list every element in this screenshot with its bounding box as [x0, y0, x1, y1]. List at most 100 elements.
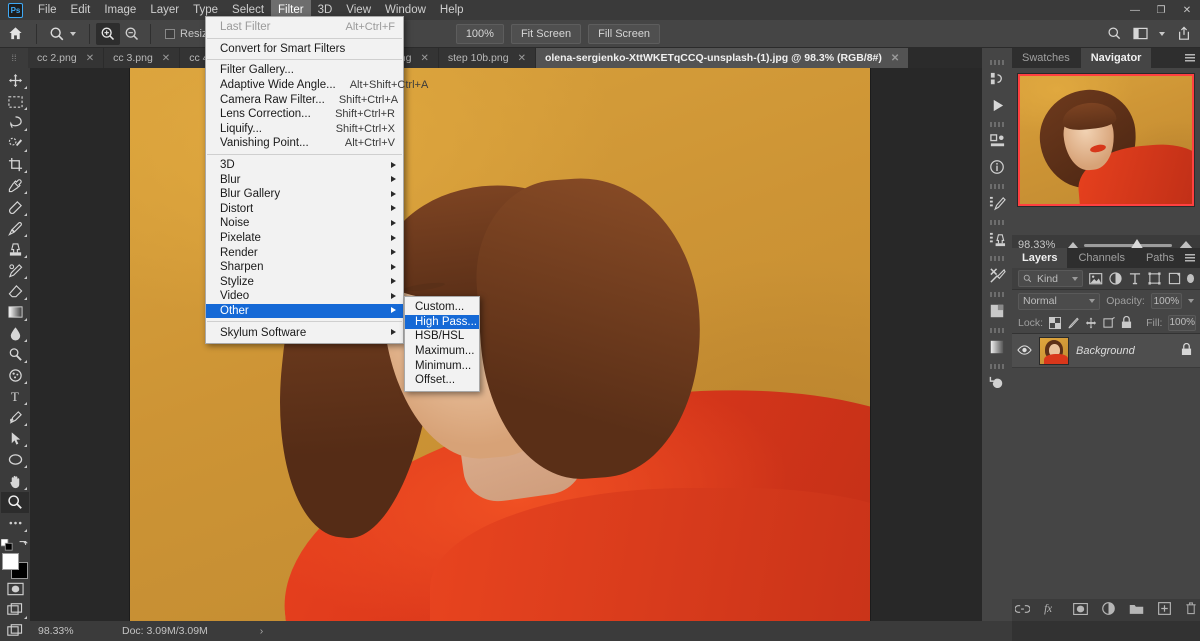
default-colors-icon[interactable] — [1, 539, 13, 551]
history-brush-tool[interactable] — [1, 260, 29, 281]
zoom-tool[interactable] — [1, 492, 29, 513]
panel-grip[interactable] — [990, 364, 1004, 369]
opacity-input[interactable]: 100% — [1151, 293, 1182, 309]
layer-style-fx-icon[interactable]: fx — [1044, 602, 1059, 618]
menu-item-sharpen[interactable]: Sharpen — [206, 260, 403, 275]
lock-transparent-pixels-icon[interactable] — [1049, 314, 1061, 331]
tab-step-10b[interactable]: step 10b.png ✕ — [439, 48, 536, 68]
tab-layers[interactable]: Layers — [1012, 248, 1068, 268]
edit-toolbar-button[interactable] — [1, 513, 29, 534]
workspace-icon[interactable] — [1128, 23, 1152, 45]
menu-item-pixelate[interactable]: Pixelate — [206, 231, 403, 246]
info-icon[interactable] — [984, 154, 1010, 180]
layer-visibility-eye-icon[interactable] — [1016, 345, 1032, 356]
submenu-item-offset[interactable]: Offset... — [405, 373, 479, 388]
status-zoom-value[interactable]: 98.33% — [30, 625, 102, 637]
tab-navigator[interactable]: Navigator — [1081, 48, 1153, 68]
menu-item-other[interactable]: Other — [206, 304, 403, 319]
layer-lock-icon[interactable] — [1181, 343, 1192, 359]
ellipse-tool[interactable] — [1, 449, 29, 470]
chevron-down-icon[interactable] — [70, 32, 76, 36]
color-swatches[interactable] — [2, 553, 28, 575]
chevron-down-icon[interactable] — [1089, 299, 1095, 303]
new-layer-icon[interactable] — [1158, 602, 1171, 618]
tab-cc-2[interactable]: cc 2.png ✕ — [28, 48, 104, 68]
menu-item-liquify[interactable]: Liquify... Shift+Ctrl+X — [206, 122, 403, 137]
lock-artboard-icon[interactable] — [1103, 314, 1115, 331]
eraser-tool[interactable] — [1, 281, 29, 302]
blur-tool[interactable] — [1, 323, 29, 344]
menu-item-skylum-software[interactable]: Skylum Software — [206, 325, 403, 340]
share-icon[interactable] — [1172, 23, 1196, 45]
adjustment-filter-icon[interactable] — [1109, 270, 1122, 287]
navigator-thumbnail[interactable] — [1017, 73, 1195, 207]
status-expand-arrow[interactable]: › — [260, 625, 264, 637]
clone-stamp-tool[interactable] — [1, 239, 29, 260]
panel-grip[interactable] — [990, 60, 1004, 65]
menu-file[interactable]: File — [31, 0, 64, 20]
slider-track[interactable] — [1084, 244, 1172, 247]
eyedropper-tool[interactable] — [1, 175, 29, 196]
delete-layer-icon[interactable] — [1185, 602, 1197, 618]
tab-cc-3[interactable]: cc 3.png ✕ — [104, 48, 180, 68]
blend-mode-select[interactable]: Normal — [1018, 293, 1100, 310]
layer-thumbnail[interactable] — [1039, 337, 1069, 365]
hand-tool[interactable] — [1, 470, 29, 491]
tab-swatches[interactable]: Swatches — [1012, 48, 1081, 68]
screen-mode-icon[interactable] — [1, 600, 29, 621]
fill-screen-button[interactable]: Fill Screen — [588, 24, 660, 44]
panel-grip[interactable] — [990, 122, 1004, 127]
chevron-down-icon[interactable] — [1072, 277, 1078, 281]
horizontal-type-tool[interactable]: T — [1, 386, 29, 407]
chevron-down-icon[interactable] — [1159, 32, 1165, 36]
panel-grip[interactable] — [990, 256, 1004, 261]
menu-item-noise[interactable]: Noise — [206, 216, 403, 231]
menu-item-lens-correction[interactable]: Lens Correction... Shift+Ctrl+R — [206, 107, 403, 122]
active-tool-preset[interactable] — [43, 26, 83, 42]
tab-paths[interactable]: Paths — [1136, 248, 1185, 268]
gradients-icon[interactable] — [984, 334, 1010, 360]
shape-filter-icon[interactable] — [1148, 270, 1161, 287]
menu-item-render[interactable]: Render — [206, 245, 403, 260]
pen-tool[interactable] — [1, 407, 29, 428]
brush-settings-icon[interactable] — [984, 190, 1010, 216]
menu-item-convert-for-smart-filters[interactable]: Convert for Smart Filters — [206, 42, 403, 57]
chevron-down-icon[interactable] — [1188, 299, 1194, 303]
menu-image[interactable]: Image — [97, 0, 143, 20]
move-tool[interactable] — [1, 70, 29, 91]
quick-mask-icon[interactable] — [1, 579, 29, 600]
menu-item-adaptive-wide-angle[interactable]: Adaptive Wide Angle... Alt+Shift+Ctrl+A — [206, 78, 403, 93]
menu-layer[interactable]: Layer — [143, 0, 186, 20]
fit-screen-button[interactable]: Fit Screen — [511, 24, 581, 44]
menu-item-blur-gallery[interactable]: Blur Gallery — [206, 187, 403, 202]
actions-play-icon[interactable] — [984, 92, 1010, 118]
screen-mode-icon[interactable] — [0, 624, 30, 638]
zoom-out-icon[interactable] — [120, 23, 144, 45]
panel-menu-icon[interactable] — [1185, 54, 1195, 62]
close-button[interactable]: ✕ — [1174, 0, 1200, 20]
menu-item-stylize[interactable]: Stylize — [206, 275, 403, 290]
swap-colors-icon[interactable] — [17, 539, 29, 551]
close-icon[interactable]: ✕ — [420, 53, 428, 64]
new-group-icon[interactable] — [1129, 603, 1144, 618]
panel-menu-icon[interactable] — [1185, 254, 1195, 262]
tool-presets-icon[interactable] — [984, 262, 1010, 288]
menu-item-last-filter[interactable]: Last Filter Alt+Ctrl+F — [206, 20, 403, 35]
menu-item-distort[interactable]: Distort — [206, 202, 403, 217]
close-icon[interactable]: ✕ — [891, 53, 899, 64]
menu-item-camera-raw-filter[interactable]: Camera Raw Filter... Shift+Ctrl+A — [206, 92, 403, 107]
close-icon[interactable]: ✕ — [518, 53, 526, 64]
tab-channels[interactable]: Channels — [1068, 248, 1135, 268]
link-layers-icon[interactable] — [1015, 604, 1030, 617]
history-states-icon[interactable] — [984, 370, 1010, 396]
minimize-button[interactable]: — — [1122, 0, 1148, 20]
restore-button[interactable]: ❐ — [1148, 0, 1174, 20]
filter-dropdown-menu[interactable]: Last Filter Alt+Ctrl+F Convert for Smart… — [205, 16, 404, 344]
menu-item-blur[interactable]: Blur — [206, 172, 403, 187]
filter-toggle-switch[interactable] — [1187, 274, 1194, 283]
panel-grip[interactable] — [990, 328, 1004, 333]
layer-name[interactable]: Background — [1076, 345, 1135, 357]
submenu-item-maximum[interactable]: Maximum... — [405, 344, 479, 359]
menu-item-filter-gallery[interactable]: Filter Gallery... — [206, 63, 403, 78]
layer-row-background[interactable]: Background — [1012, 334, 1200, 368]
